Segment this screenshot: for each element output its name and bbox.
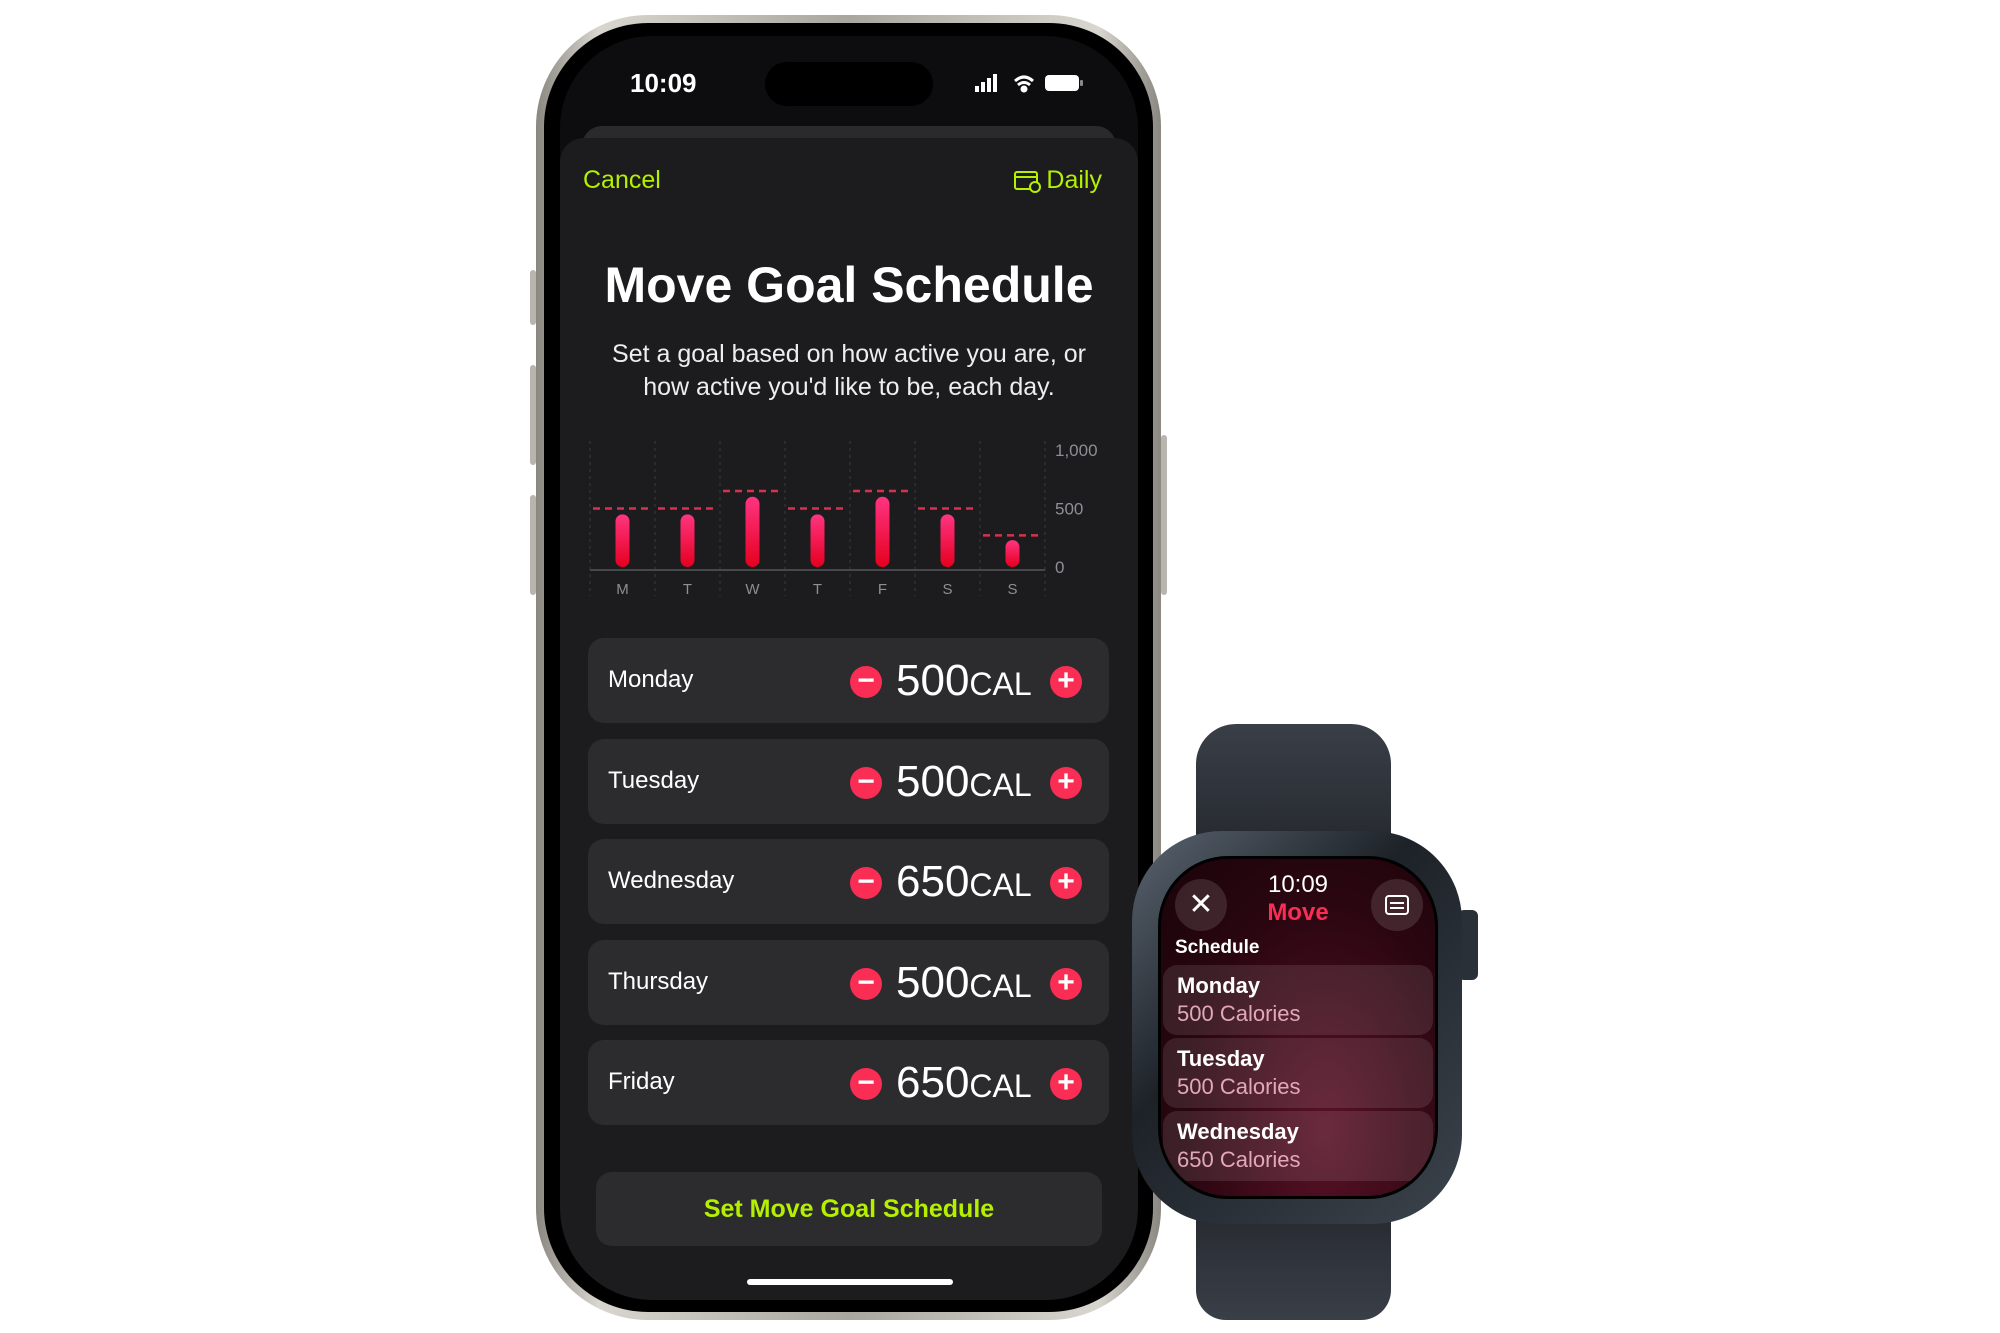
calorie-value: 650CAL xyxy=(896,857,1041,907)
goal-row-friday: Friday − 650CAL + xyxy=(588,1040,1109,1126)
page-title: Move Goal Schedule xyxy=(604,257,1094,313)
x-tick-label: T xyxy=(683,581,692,598)
daily-label: Daily xyxy=(1046,166,1102,194)
x-tick-label: S xyxy=(1007,581,1017,598)
decrease-button[interactable]: − xyxy=(850,666,882,698)
watch-schedule-item[interactable]: Tuesday 500 Calories xyxy=(1163,1038,1433,1108)
calorie-value: 500CAL xyxy=(896,656,1041,706)
goal-row-tuesday: Tuesday − 500CAL + xyxy=(588,738,1109,824)
day-label: Friday xyxy=(608,1068,675,1096)
battery-icon xyxy=(1045,75,1083,91)
calorie-value: 650CAL xyxy=(896,1058,1041,1108)
x-tick-label: T xyxy=(813,581,822,598)
watch-time: 10:09 xyxy=(1267,871,1329,898)
dynamic-island xyxy=(765,62,933,106)
watch-calories: 500 Calories xyxy=(1177,1001,1301,1026)
schedule-heading: Schedule xyxy=(1175,937,1260,958)
bar xyxy=(810,514,825,567)
watch-calories: 500 Calories xyxy=(1177,1074,1301,1099)
y-tick-label: 500 xyxy=(1055,500,1083,519)
set-move-goal-schedule-button[interactable]: Set Move Goal Schedule xyxy=(596,1172,1102,1246)
calendar-icon xyxy=(1014,170,1042,193)
goal-row-wednesday: Wednesday − 650CAL + xyxy=(588,839,1109,925)
value-number: 500 xyxy=(896,957,970,1007)
value-number: 650 xyxy=(896,1058,970,1108)
x-tick-label: S xyxy=(942,581,952,598)
move-goal-chart: M T W T F S S 1,000 500 0 xyxy=(589,441,1098,598)
bar xyxy=(1005,540,1020,567)
goal-row-thursday: Thursday − 500CAL + xyxy=(588,939,1109,1025)
increase-button[interactable]: + xyxy=(1050,666,1082,698)
day-label: Wednesday xyxy=(608,867,735,895)
day-label: Thursday xyxy=(608,967,709,995)
decrease-button[interactable]: − xyxy=(850,967,882,1000)
cellular-signal-icon xyxy=(975,74,997,92)
calorie-value: 500CAL xyxy=(896,757,1041,807)
home-indicator[interactable] xyxy=(747,1279,953,1285)
decrease-button[interactable]: − xyxy=(850,1068,882,1101)
iphone-screen: 10:09 Cancel Daily Move Goal Schedule Se… xyxy=(560,36,1138,1300)
bar xyxy=(875,496,890,567)
x-tick-label: F xyxy=(878,581,887,598)
increase-button[interactable]: + xyxy=(1050,867,1082,900)
calorie-value: 500CAL xyxy=(896,958,1041,1008)
watch-day: Wednesday xyxy=(1177,1119,1299,1144)
watch-screen: ✕ 10:09 Move Schedule Monday 500 Calories… xyxy=(1158,856,1438,1199)
increase-button[interactable]: + xyxy=(1050,967,1082,1000)
x-tick-label: M xyxy=(616,581,629,598)
y-tick-label: 1,000 xyxy=(1055,441,1098,460)
status-time: 10:09 xyxy=(630,68,697,98)
day-label: Monday xyxy=(608,666,694,693)
watch-day: Monday xyxy=(1177,973,1261,998)
value-unit: CAL xyxy=(969,1068,1032,1105)
watch-schedule-item[interactable]: Monday 500 Calories xyxy=(1163,965,1433,1035)
bar xyxy=(745,496,760,567)
wifi-icon xyxy=(1014,75,1034,93)
watch-app-title: Move xyxy=(1267,899,1329,926)
value-number: 500 xyxy=(896,656,970,705)
watch-calories: 650 Calories xyxy=(1177,1147,1301,1172)
watch-day: Tuesday xyxy=(1177,1046,1265,1071)
value-unit: CAL xyxy=(969,967,1032,1004)
day-label: Tuesday xyxy=(608,766,700,794)
x-tick-label: W xyxy=(745,581,760,598)
cancel-button[interactable]: Cancel xyxy=(583,166,661,195)
value-number: 650 xyxy=(896,857,970,907)
increase-button[interactable]: + xyxy=(1050,1068,1082,1101)
goal-row-monday: Monday − 500CAL + xyxy=(588,638,1109,723)
page-subtitle: Set a goal based on how active you are, … xyxy=(612,340,1086,401)
status-icons xyxy=(975,74,1083,93)
side-button xyxy=(1161,435,1167,595)
increase-button[interactable]: + xyxy=(1050,766,1082,799)
bar xyxy=(940,514,955,567)
decrease-button[interactable]: − xyxy=(850,867,882,900)
value-number: 500 xyxy=(896,756,970,806)
value-unit: CAL xyxy=(969,867,1032,904)
value-unit: CAL xyxy=(969,766,1032,803)
y-tick-label: 0 xyxy=(1055,558,1064,577)
bar xyxy=(680,514,695,567)
value-unit: CAL xyxy=(969,666,1032,702)
daily-button[interactable]: Daily xyxy=(1014,166,1102,195)
decrease-button[interactable]: − xyxy=(850,766,882,799)
bar xyxy=(615,514,630,567)
watch-schedule-item[interactable]: Wednesday 650 Calories xyxy=(1163,1111,1433,1181)
